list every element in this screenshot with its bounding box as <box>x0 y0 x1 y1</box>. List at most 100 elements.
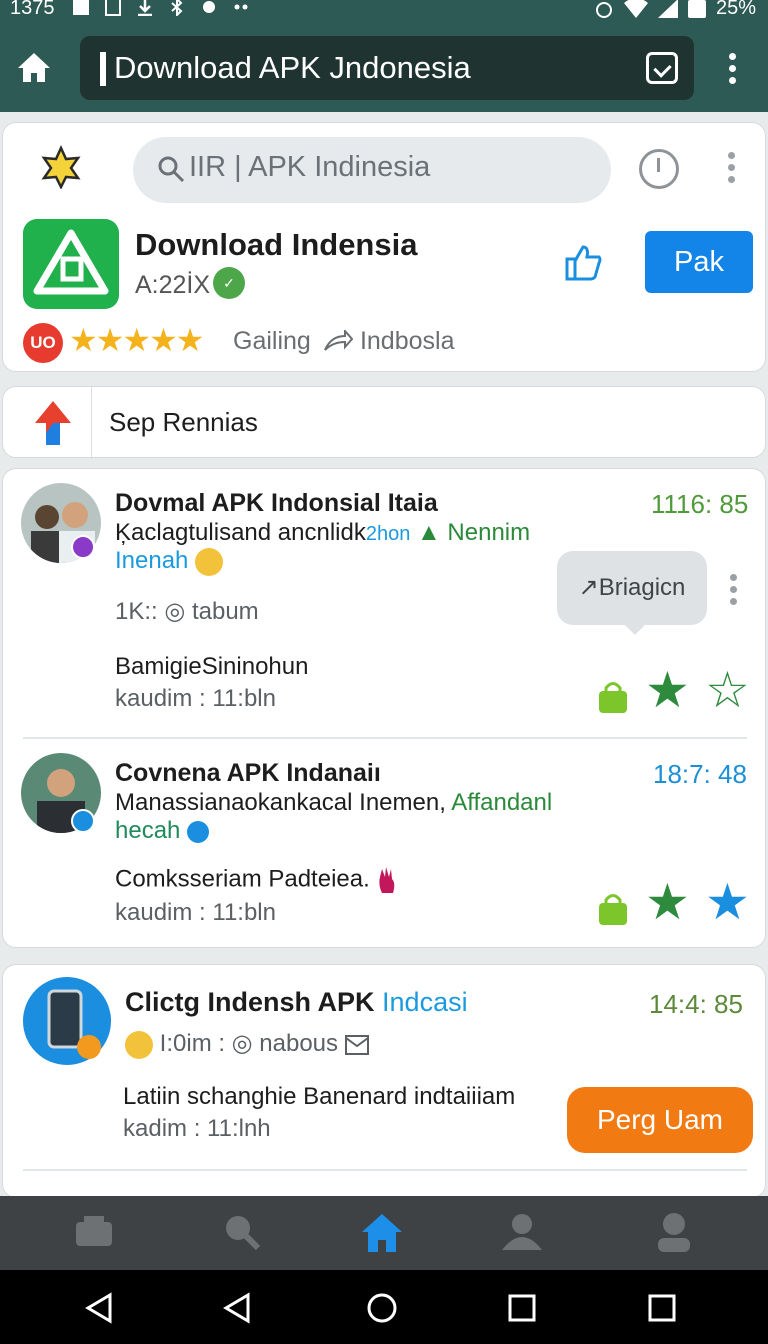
item-meta: I:0im : ◎ nabous <box>125 1029 369 1059</box>
divider <box>23 1169 747 1171</box>
battery-level: 25% <box>715 0 756 19</box>
item-title: Dovmal APK Indonsial Itaia <box>115 489 438 517</box>
system-icons: 25% <box>594 0 756 20</box>
back-icon[interactable] <box>222 1292 254 1324</box>
status-badge <box>71 809 95 833</box>
history-icon[interactable] <box>639 149 679 189</box>
item-description: Comksseriam Padteiea. <box>115 865 398 895</box>
phone-app-icon <box>23 977 111 1065</box>
home-icon[interactable] <box>14 48 54 88</box>
url-text[interactable]: Download APK Jndonesia <box>114 50 471 86</box>
notification-icon <box>104 0 124 16</box>
item-title: Clictg Indensh APK Indcasi <box>125 987 468 1018</box>
back-icon[interactable] <box>84 1292 116 1324</box>
recents-icon[interactable] <box>506 1292 538 1324</box>
install-button[interactable]: Pak <box>645 231 753 293</box>
share-link[interactable]: Indbosla <box>323 327 454 356</box>
item-line-2-text: hecah <box>115 817 181 844</box>
item-time: 18:7: 48 <box>653 759 747 789</box>
age-rating-badge: UO <box>23 323 63 363</box>
search-input[interactable]: IIR | APK Indinesia <box>133 137 611 203</box>
action-button[interactable]: Perg Uam <box>567 1087 753 1153</box>
url-bar[interactable]: Download APK Jndonesia <box>80 36 694 100</box>
apps-nav-icon[interactable] <box>72 1210 116 1254</box>
notification-icons <box>72 0 252 18</box>
item-description-text: Comksseriam Padteiea. <box>115 865 370 893</box>
lock-bag-icon[interactable] <box>597 893 629 927</box>
item-line-small: 2hon <box>365 523 411 545</box>
share-arrow-icon <box>324 328 354 352</box>
star-filled-icon[interactable]: ★ <box>645 877 690 927</box>
search-text: IIR | APK Indinesia <box>189 151 431 183</box>
app-subtitle: A:22İX <box>135 271 211 299</box>
item-title: Covnena APK Indanaiı <box>115 759 381 787</box>
item-title-highlight: Indcasi <box>382 987 468 1017</box>
star-outline-icon[interactable]: ☆ <box>705 665 750 715</box>
item-meta-text: I:0im : ◎ nabous <box>159 1030 339 1057</box>
rating-label: Gailing <box>233 327 311 355</box>
battery-icon <box>687 0 706 18</box>
profile-nav-icon[interactable] <box>652 1210 696 1254</box>
more-dots-icon <box>232 0 252 16</box>
list-item-card[interactable]: Clictg Indensh APK Indcasi 14:4: 85 I:0i… <box>2 964 766 1198</box>
section-label: Sep Rennias <box>109 407 258 437</box>
search-nav-icon[interactable] <box>220 1210 264 1254</box>
lock-bag-icon[interactable] <box>597 681 629 715</box>
bottom-navigation <box>0 1196 768 1270</box>
section-header[interactable]: Sep Rennias <box>2 386 766 459</box>
app-header-card: IIR | APK Indinesia Download Indensia A:… <box>2 122 766 372</box>
recents-icon[interactable] <box>646 1292 678 1324</box>
item-line-2: Inenah <box>115 547 224 576</box>
app-title: Download Indensia <box>135 227 418 262</box>
arrow-up-icon <box>35 401 71 445</box>
share-label: Indbosla <box>359 327 455 355</box>
verified-badge-icon: ✓ <box>213 267 245 299</box>
item-subtext: kaudim : 11:bln <box>115 899 276 926</box>
mail-icon <box>344 1034 369 1055</box>
tabs-button[interactable] <box>646 52 678 84</box>
hand-icon <box>379 867 395 893</box>
star-filled-blue-icon[interactable]: ★ <box>705 877 750 927</box>
divider <box>91 387 92 459</box>
item-line-extra: ▲ Nennim <box>417 519 531 546</box>
like-icon[interactable] <box>563 243 603 283</box>
home-nav-icon[interactable] <box>360 1210 404 1254</box>
item-line-text: Ķaclagtulisand ancnlidk <box>115 519 366 546</box>
app-logo <box>23 219 119 309</box>
item-time: 1116: 85 <box>651 489 749 519</box>
item-subtext: kaudim : 11:bln <box>115 685 276 712</box>
item-subtext: kadim : 11:lnh <box>123 1115 271 1142</box>
notification-icon <box>72 0 92 16</box>
item-line-2: hecah <box>115 817 210 845</box>
tooltip: ↗Briagicn <box>557 551 707 635</box>
overflow-menu-button[interactable] <box>721 149 741 189</box>
search-icon <box>158 156 185 183</box>
rating-row: UO ★★★★★ Gailing Indbosla <box>23 321 743 363</box>
item-menu-button[interactable] <box>723 571 743 611</box>
signal-icon <box>657 0 678 18</box>
badge-star-icon[interactable] <box>39 145 83 189</box>
item-line: Ķaclagtulisand ancnlidk2hon ▲ Nennim <box>115 519 530 547</box>
item-line-2-text: Inenah <box>115 547 189 574</box>
message-list-card: Dovmal APK Indonsial Itaia 1116: 85 Ķacl… <box>2 468 766 948</box>
community-nav-icon[interactable] <box>500 1210 544 1254</box>
item-line: Manassianaokankacal Inemen, Affandanl <box>115 789 552 817</box>
status-time: 1375 <box>10 0 55 19</box>
bluetooth-icon <box>168 0 188 18</box>
info-icon <box>187 820 210 843</box>
browser-menu-button[interactable] <box>722 50 742 86</box>
home-circle-icon[interactable] <box>366 1292 398 1324</box>
star-rating: ★★★★★ <box>69 322 204 358</box>
settings-icon <box>200 0 220 16</box>
star-filled-icon[interactable]: ★ <box>645 665 690 715</box>
item-description: Latiin schanghie Banenard indtaiiiam <box>123 1083 516 1110</box>
system-navigation <box>0 1270 768 1344</box>
divider <box>23 737 747 739</box>
item-line-extra: Affandanl <box>451 789 553 816</box>
item-description: BamigieSininohun <box>115 653 309 680</box>
item-meta: 1K:: ◎ tabum <box>115 598 259 625</box>
alarm-icon <box>595 1 612 18</box>
status-badge <box>71 535 95 559</box>
item-time: 14:4: 85 <box>649 989 743 1019</box>
wifi-icon <box>623 0 648 18</box>
